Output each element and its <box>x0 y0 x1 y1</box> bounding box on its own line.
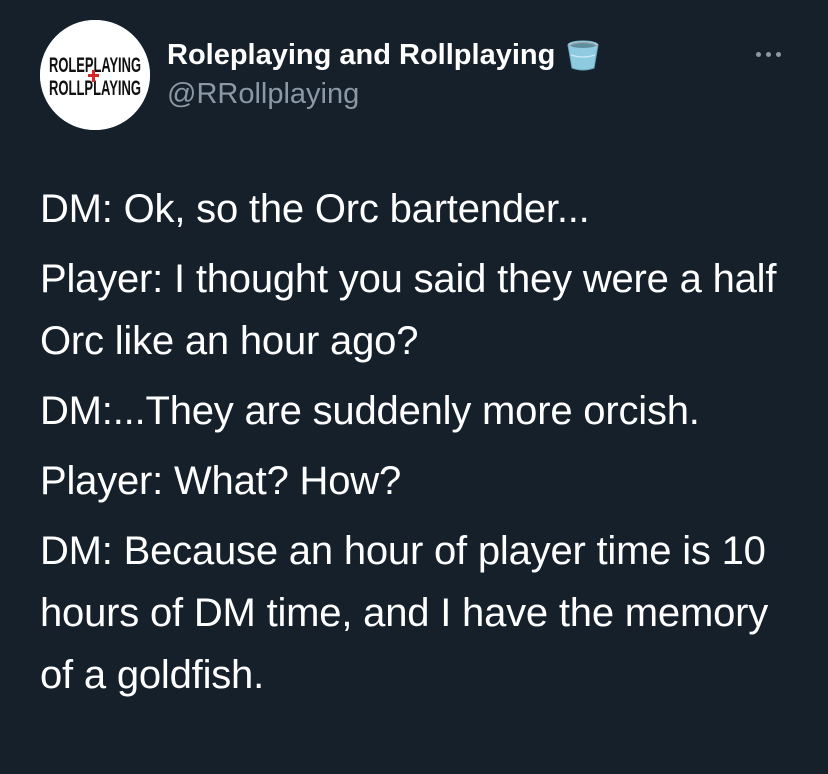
tweet-paragraph: DM:...They are suddenly more orcish. <box>40 389 700 433</box>
tweet-text: DM: Ok, so the Orc bartender... Player: … <box>40 178 800 714</box>
display-name-row: Roleplaying and Rollplaying <box>167 38 601 72</box>
more-horizontal-icon-dot <box>775 51 781 57</box>
more-horizontal-icon <box>755 51 761 57</box>
author-names: Roleplaying and Rollplaying @RRollplayin… <box>167 38 601 111</box>
tweet-paragraph: Player: What? How? <box>40 459 401 503</box>
author-handle[interactable]: @RRollplaying <box>167 78 601 111</box>
bucket-icon <box>565 37 601 73</box>
more-horizontal-icon-dot <box>765 51 771 57</box>
tweet-paragraph: Player: I thought you said they were a h… <box>40 257 777 363</box>
tweet-paragraph: DM: Ok, so the Orc bartender... <box>40 187 590 231</box>
display-name[interactable]: Roleplaying and Rollplaying <box>167 39 555 72</box>
tweet-paragraph: DM: Because an hour of player time is 10… <box>40 529 769 697</box>
avatar-logo: ROLEPLAYING ROLLPLAYING <box>40 20 150 130</box>
tweet-header: ROLEPLAYING ROLLPLAYING Roleplaying and … <box>40 20 788 130</box>
more-options-button[interactable] <box>748 44 788 64</box>
avatar[interactable]: ROLEPLAYING ROLLPLAYING <box>40 20 150 130</box>
